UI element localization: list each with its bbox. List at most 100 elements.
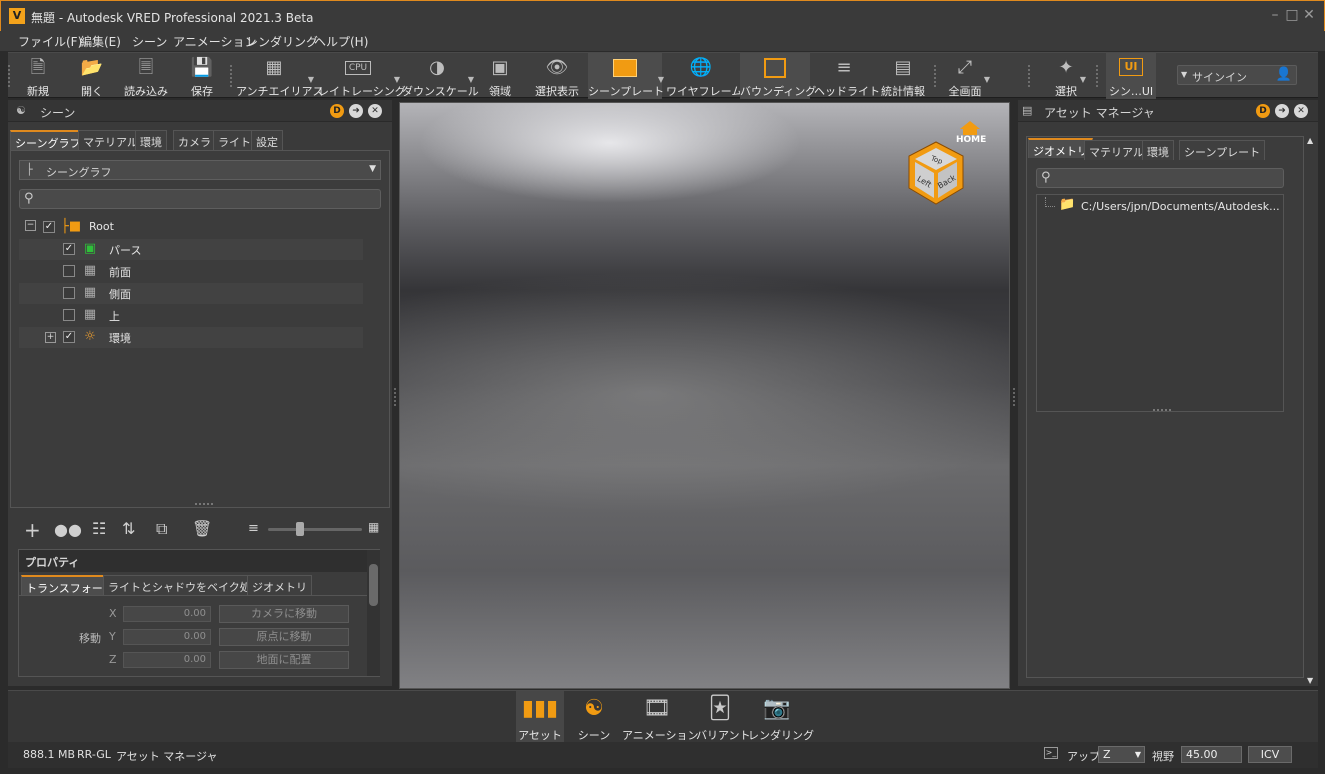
trash-icon[interactable]: 🗑 [192, 519, 212, 538]
tree-row-root[interactable]: − ✓ ├■ Root [19, 217, 363, 238]
scenegraph-search-input[interactable]: ⚲ [19, 189, 381, 209]
signin-dropdown[interactable]: ▼ サインイン 👤 [1177, 65, 1297, 85]
toolbar-grip[interactable] [1028, 65, 1034, 87]
perspective-checkbox[interactable]: ✓ [63, 243, 75, 255]
environment-checkbox[interactable]: ✓ [63, 331, 75, 343]
minimize-icon[interactable]: – [1266, 7, 1284, 23]
slider-handle[interactable] [296, 522, 304, 536]
tab-scenegraph[interactable]: シーングラフ [10, 130, 86, 150]
tab-sceneplate[interactable]: シーンプレート [1179, 140, 1266, 160]
downscale-button[interactable]: ◑ ダウンスケール ▼ [402, 53, 479, 99]
select-button[interactable]: ✦ 選択 ▼ [1048, 53, 1086, 99]
move-to-origin-button[interactable]: 原点に移動 [219, 628, 349, 646]
asset-scrollbar[interactable]: ▲ ▼ [1304, 136, 1318, 685]
asset-folder-row[interactable]: 📁 C:/Users/jpn/Documents/Autodesk... [1037, 197, 1283, 217]
module-rendering[interactable]: 📷 レンダリング [748, 691, 814, 743]
antialias-button[interactable]: ▦ アンチエイリアス ▼ [236, 53, 324, 99]
scene-ui-button[interactable]: UI シン…UI [1106, 53, 1156, 99]
split-icon[interactable]: ☷ [92, 519, 106, 538]
wireframe-button[interactable]: 🌐 ワイヤフレーム [666, 53, 742, 99]
sceneplate-button[interactable]: シーンプレート ▼ [588, 53, 664, 99]
region-button[interactable]: ▣ 領域 [482, 53, 518, 99]
move-to-camera-button[interactable]: カメラに移動 [219, 605, 349, 623]
scroll-down-icon[interactable]: ▼ [1307, 676, 1313, 685]
home-icon[interactable] [960, 121, 980, 135]
clone-icon[interactable]: ⧉ [156, 519, 167, 539]
toolbar-grip[interactable] [934, 65, 940, 87]
new-button[interactable]: 🗎 新規 [20, 53, 56, 99]
import-button[interactable]: 🗏 読み込み [118, 53, 174, 99]
terminal-icon[interactable]: >_ [1044, 747, 1058, 759]
save-button[interactable]: 💾 保存 [184, 53, 220, 99]
expand-icon[interactable]: + [45, 332, 56, 343]
group-icon[interactable]: ●● [54, 520, 82, 539]
menu-file[interactable]: ファイル(F) [18, 33, 82, 50]
place-on-ground-button[interactable]: 地面に配置 [219, 651, 349, 669]
root-checkbox[interactable]: ✓ [43, 221, 55, 233]
module-assets[interactable]: ▮▮▮ アセット [516, 691, 564, 743]
collapse-icon[interactable]: − [25, 220, 36, 231]
scroll-up-icon[interactable]: ▲ [1307, 136, 1313, 145]
tab-material[interactable]: マテリアル [78, 130, 143, 150]
tab-environment[interactable]: 環境 [1142, 140, 1174, 160]
maximize-icon[interactable]: □ [1283, 7, 1301, 23]
list-view-icon[interactable]: ≡ [248, 521, 259, 536]
float-arrow-icon[interactable]: ➜ [1275, 104, 1289, 118]
right-splitter[interactable] [1013, 388, 1015, 406]
statistics-button[interactable]: ▤ 統計情報 [876, 53, 930, 99]
float-arrow-icon[interactable]: ➜ [349, 104, 363, 118]
tree-row-environment[interactable]: + ✓ ☼ 環境 [19, 327, 363, 348]
menu-animation[interactable]: アニメーション [173, 33, 257, 50]
module-animation[interactable]: 🎞 アニメーション [622, 691, 699, 743]
tab-bake-light-shadow[interactable]: ライトとシャドウをベイク処理 [103, 575, 267, 595]
properties-scrollbar[interactable] [367, 550, 380, 676]
tab-environment[interactable]: 環境 [135, 130, 167, 150]
menu-edit[interactable]: 編集(E) [80, 33, 121, 50]
raytracing-button[interactable]: CPU レイトレーシング ▼ [318, 53, 406, 99]
add-node-icon[interactable]: + [24, 518, 41, 542]
tab-geometry[interactable]: ジオメトリ [247, 575, 312, 595]
tree-row-perspective[interactable]: ✓ ▣ パース [19, 239, 363, 260]
menu-rendering[interactable]: レンダリング [246, 33, 318, 50]
toolbar-grip[interactable] [8, 65, 14, 87]
menu-help[interactable]: ヘルプ(H) [314, 33, 368, 50]
menu-scene[interactable]: シーン [132, 33, 167, 50]
left-splitter[interactable] [394, 388, 396, 406]
tab-material[interactable]: マテリアル [1084, 140, 1149, 160]
fullscreen-button[interactable]: ⤢ 全画面 ▼ [942, 53, 991, 99]
dock-d-icon[interactable]: D [1256, 104, 1270, 118]
headlight-button[interactable]: ≡ ヘッドライト [814, 53, 880, 99]
navigation-cube[interactable]: Top Left Back [903, 138, 969, 212]
close-panel-icon[interactable]: ✕ [1294, 104, 1308, 118]
move-z-field[interactable]: 0.00 [123, 652, 211, 668]
close-window-icon[interactable]: ✕ [1300, 7, 1318, 23]
dropdown-caret-icon[interactable]: ▼ [984, 75, 990, 84]
bounding-button[interactable]: バウンディング [740, 53, 816, 99]
icon-size-slider[interactable] [268, 528, 362, 531]
fov-input[interactable]: 45.00 [1181, 746, 1242, 763]
splitter-handle[interactable] [1153, 409, 1171, 411]
dropdown-caret-icon[interactable]: ▼ [308, 75, 314, 84]
dropdown-caret-icon[interactable]: ▼ [394, 75, 400, 84]
dock-d-icon[interactable]: D [330, 104, 344, 118]
splitter-handle[interactable] [195, 503, 213, 505]
selection-display-button[interactable]: 👁 選択表示 [530, 53, 584, 99]
scenegraph-combo[interactable]: ├ シーングラフ ▼ [19, 160, 381, 180]
icv-button[interactable]: ICV [1248, 746, 1292, 763]
grid-view-icon[interactable]: ▦ [368, 520, 379, 534]
dropdown-caret-icon[interactable]: ▼ [1080, 75, 1086, 84]
module-variants[interactable]: 🃏 バリアント [696, 691, 751, 743]
tab-camera[interactable]: カメラ [173, 130, 216, 150]
asset-search-input[interactable]: ⚲ [1036, 168, 1284, 188]
tree-row-top[interactable]: ▦ 上 [19, 305, 363, 326]
scrollbar-thumb[interactable] [369, 564, 378, 606]
close-panel-icon[interactable]: ✕ [368, 104, 382, 118]
dropdown-caret-icon[interactable]: ▼ [468, 75, 474, 84]
render-viewport[interactable]: Top Left Back HOME [399, 102, 1010, 689]
up-axis-select[interactable]: Z ▼ [1098, 746, 1145, 763]
tree-row-front[interactable]: ▦ 前面 [19, 261, 363, 282]
move-y-field[interactable]: 0.00 [123, 629, 211, 645]
transform-icon[interactable]: ⇅ [122, 519, 135, 538]
tree-row-side[interactable]: ▦ 側面 [19, 283, 363, 304]
tab-light[interactable]: ライト [213, 130, 256, 150]
